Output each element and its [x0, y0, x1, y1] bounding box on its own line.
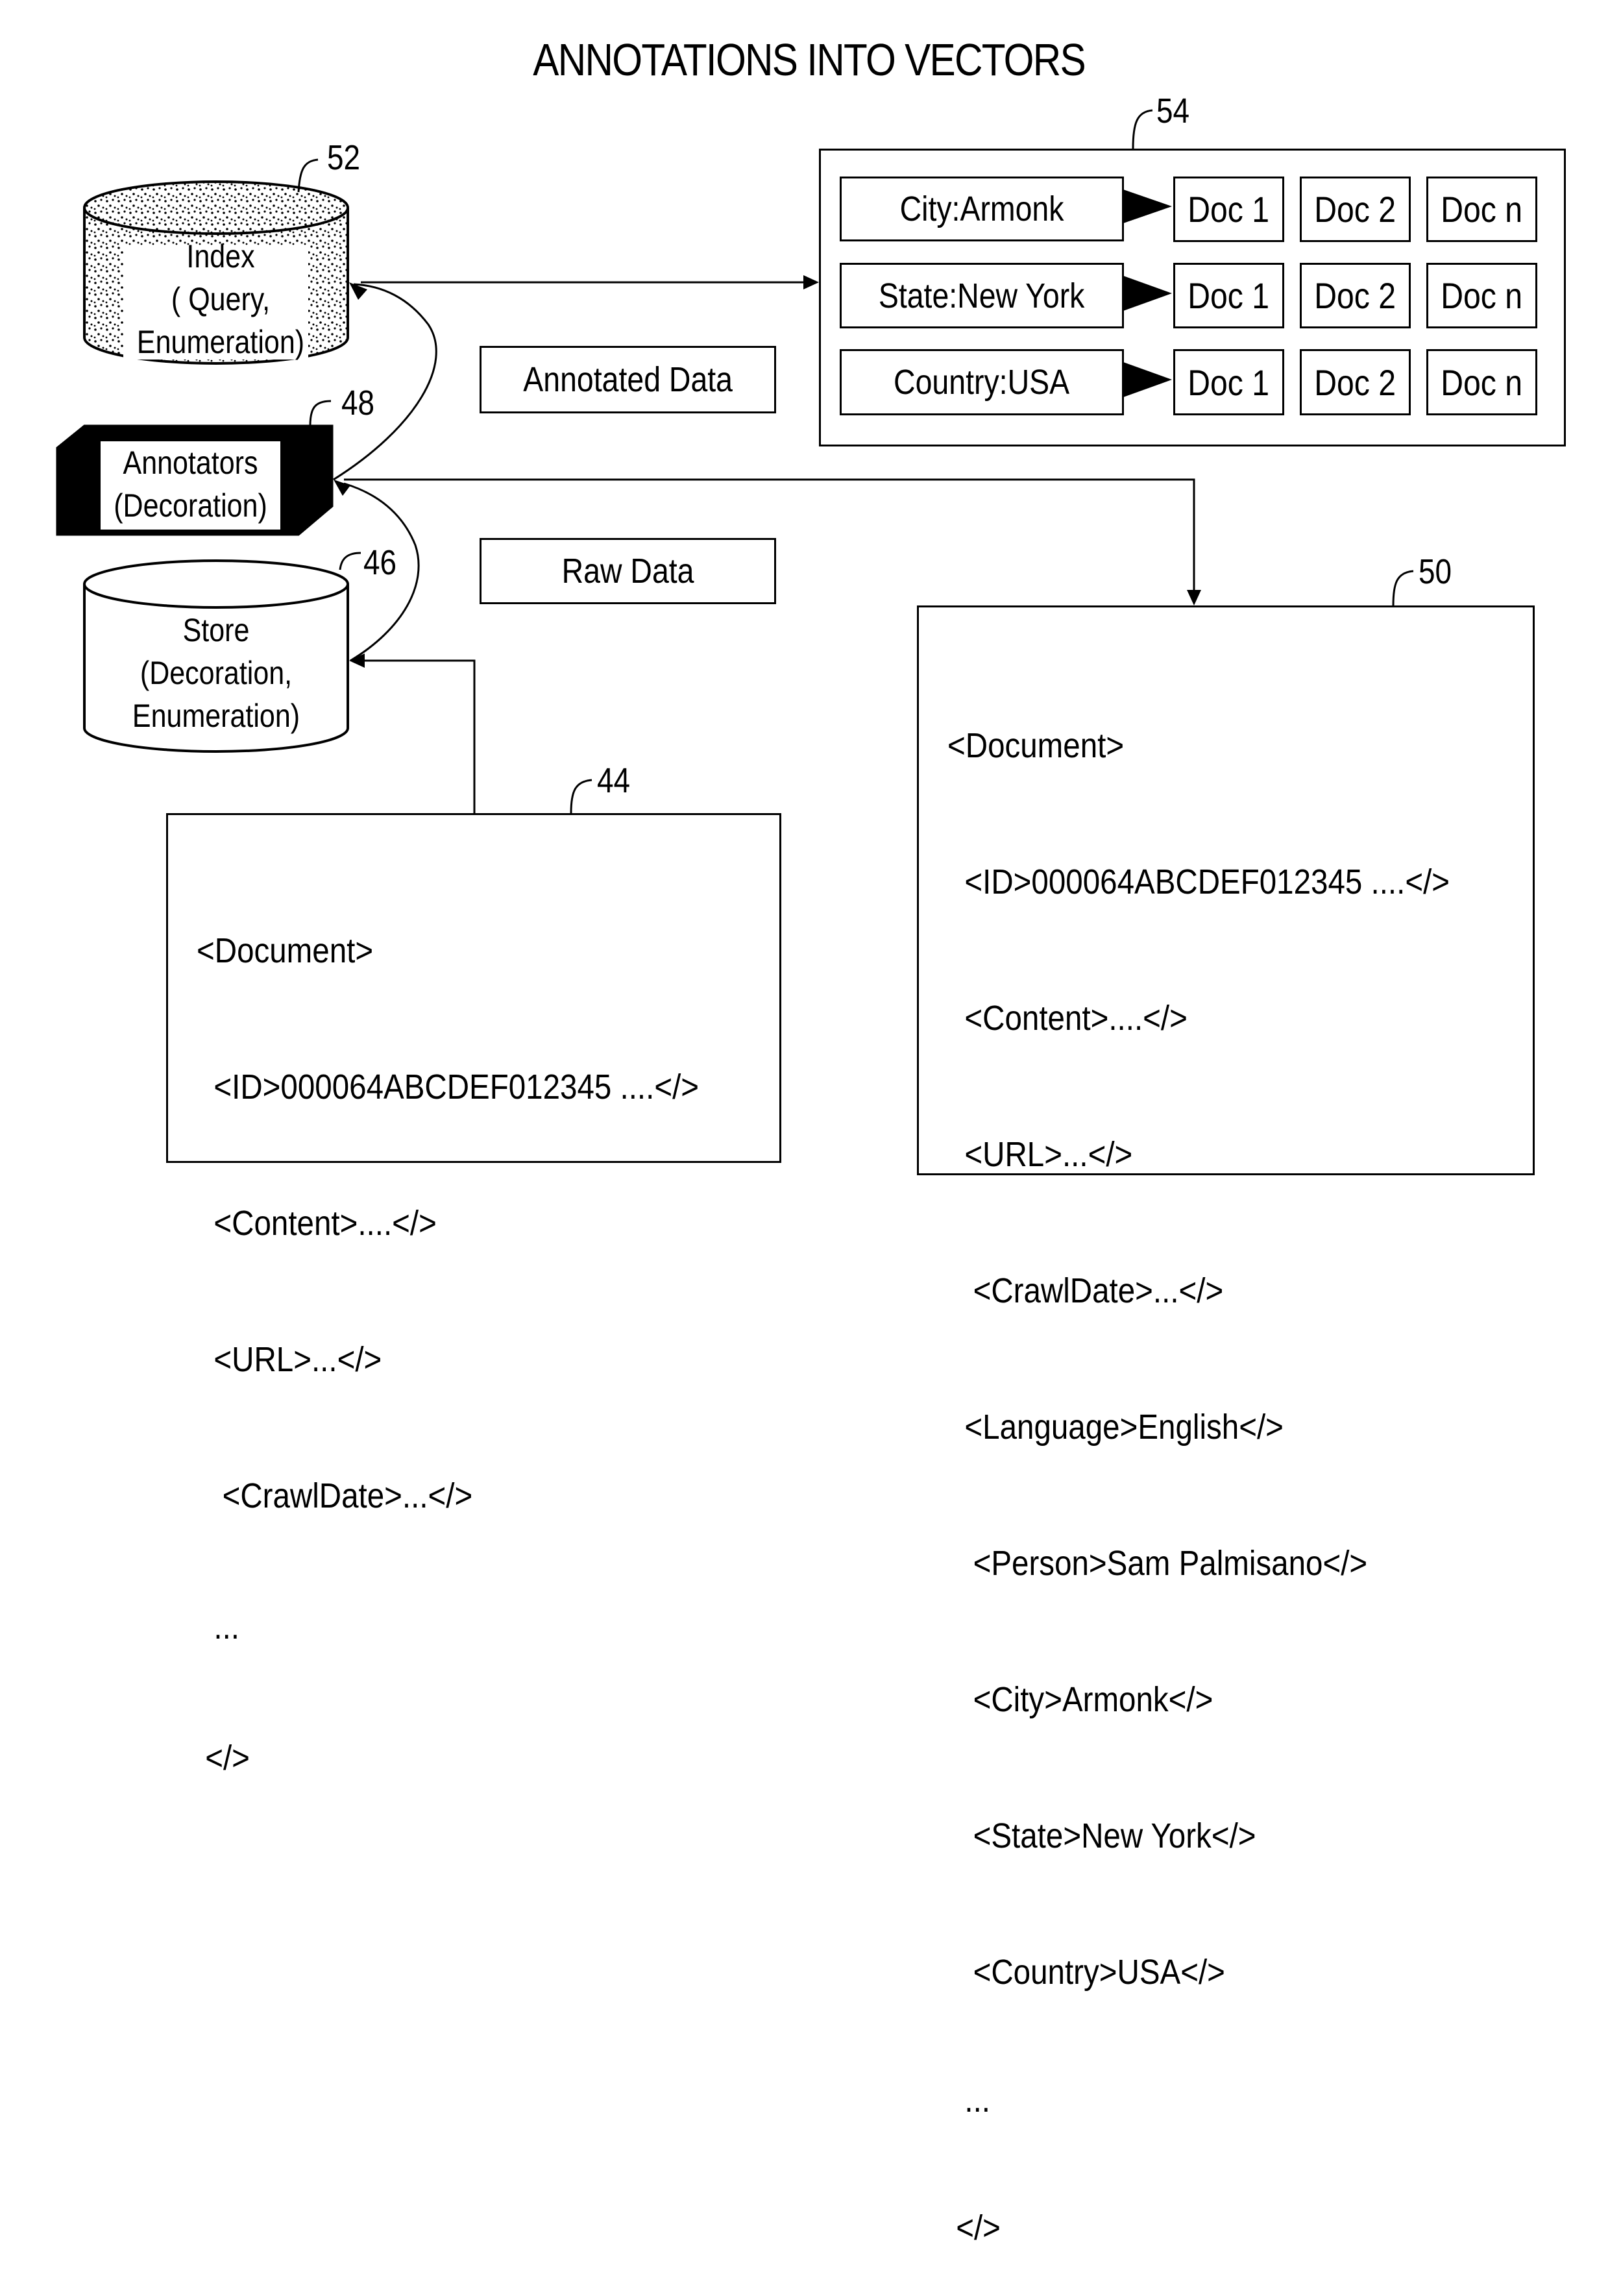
- store-label-line: Store: [182, 612, 250, 648]
- vector-doc-text: Doc n: [1441, 189, 1523, 230]
- annotated-data-label: Annotated Data: [480, 346, 776, 413]
- vector-key-text: Country:USA: [894, 363, 1070, 402]
- annotated-document-box: <Document> <ID>000064ABCDEF012345 ....</…: [917, 605, 1535, 2247]
- code-line: <Content>....</>: [947, 999, 1188, 1038]
- ref-number-54: 54: [1156, 92, 1190, 130]
- annotators-label-line: Annotators: [123, 445, 258, 481]
- store-label: Store (Decoration, Enumeration): [119, 609, 313, 737]
- vector-doc-cell: Doc 1: [1173, 263, 1284, 328]
- vector-doc-cell: Doc 2: [1300, 349, 1411, 415]
- ref-leader-44: [570, 779, 592, 814]
- raw-data-label: Raw Data: [480, 538, 776, 604]
- ref-number-52: 52: [327, 138, 361, 177]
- ref-leader-54: [1132, 109, 1153, 149]
- code-line: ...: [197, 1607, 240, 1646]
- code-line: ...: [947, 2081, 991, 2119]
- vector-doc-text: Doc n: [1441, 275, 1523, 316]
- code-line: <ID>000064ABCDEF012345 ....</>: [947, 862, 1450, 901]
- vector-doc-cell: Doc n: [1426, 177, 1537, 242]
- code-line: <Person>Sam Palmisano</>: [947, 1544, 1368, 1583]
- store-label-line: Enumeration): [132, 698, 300, 734]
- ref-leader-46: [339, 552, 361, 570]
- code-line: <City>Armonk</>: [947, 1680, 1213, 1719]
- code-line: <URL>...</>: [947, 1135, 1133, 1174]
- vector-doc-cell: Doc n: [1426, 349, 1537, 415]
- vector-doc-text: Doc n: [1441, 361, 1523, 403]
- code-line: <Document>: [197, 931, 374, 970]
- code-line: <Content>....</>: [197, 1204, 437, 1243]
- code-line: <URL>...</>: [197, 1340, 382, 1379]
- annotated-data-text: Annotated Data: [523, 360, 733, 399]
- vector-key-text: City:Armonk: [899, 189, 1064, 228]
- raw-doc-to-store-connector: [362, 659, 476, 813]
- vector-doc-cell: Doc n: [1426, 263, 1537, 328]
- ref-leader-50: [1392, 570, 1414, 606]
- vector-doc-text: Doc 2: [1314, 275, 1396, 316]
- index-label-line: Index: [186, 238, 255, 275]
- code-line: <Country>USA</>: [947, 1953, 1225, 1992]
- vector-doc-cell: Doc 2: [1300, 263, 1411, 328]
- vector-key-state: State:New York: [840, 263, 1124, 328]
- arrow-to-vector-index-icon: [803, 275, 819, 289]
- index-label-line: ( Query,: [171, 281, 271, 317]
- ref-number-44: 44: [597, 761, 631, 800]
- vector-key-city: City:Armonk: [840, 177, 1124, 241]
- store-label-line: (Decoration,: [140, 655, 293, 691]
- arrow-to-annotators-icon: [334, 480, 350, 496]
- ref-leader-48: [309, 400, 332, 426]
- code-line: </>: [947, 2208, 1001, 2247]
- vector-doc-text: Doc 1: [1188, 361, 1270, 403]
- ref-number-50: 50: [1419, 552, 1452, 591]
- vector-key-text: State:New York: [879, 276, 1085, 315]
- arrow-to-annotated-doc-icon: [1187, 590, 1201, 605]
- index-label-line: Enumeration): [136, 324, 305, 360]
- code-line: <CrawlDate>...</>: [947, 1271, 1224, 1310]
- code-line: <ID>000064ABCDEF012345 ....</>: [197, 1068, 700, 1106]
- raw-data-text: Raw Data: [561, 552, 694, 591]
- ref-number-46: 46: [363, 543, 397, 582]
- vector-doc-cell: Doc 1: [1173, 177, 1284, 242]
- vector-doc-text: Doc 1: [1188, 189, 1270, 230]
- annotators-label: Annotators (Decoration): [101, 441, 280, 530]
- vector-doc-text: Doc 2: [1314, 189, 1396, 230]
- vector-doc-text: Doc 2: [1314, 361, 1396, 403]
- annotators-label-line: (Decoration): [114, 487, 267, 524]
- raw-document-box: <Document> <ID>000064ABCDEF012345 ....</…: [166, 813, 781, 1777]
- vector-doc-cell: Doc 1: [1173, 349, 1284, 415]
- code-line: <Language>English</>: [947, 1408, 1284, 1447]
- vector-doc-text: Doc 1: [1188, 275, 1270, 316]
- vector-doc-cell: Doc 2: [1300, 177, 1411, 242]
- code-line: </>: [197, 1739, 250, 1777]
- code-line: <Document>: [947, 726, 1125, 765]
- diagram-title: ANNOTATIONS INTO VECTORS: [533, 34, 1086, 85]
- vector-key-country: Country:USA: [840, 349, 1124, 415]
- code-line: <State>New York</>: [947, 1816, 1256, 1855]
- code-line: <CrawlDate>...</>: [197, 1476, 473, 1515]
- index-label: Index ( Query, Enumeration): [126, 235, 315, 363]
- ref-number-48: 48: [341, 384, 375, 422]
